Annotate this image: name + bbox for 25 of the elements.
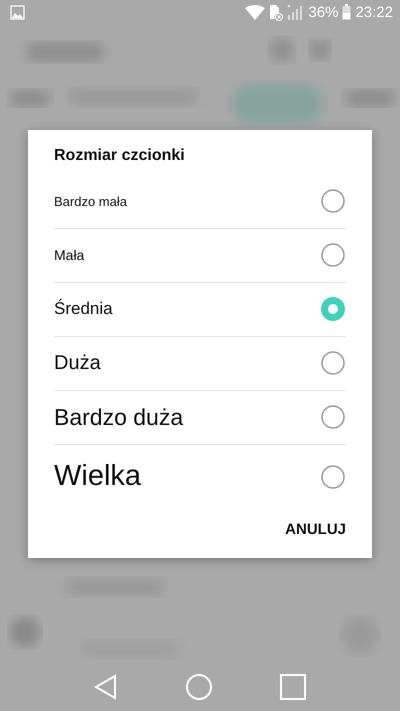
font-size-option[interactable]: Średnia <box>54 282 346 336</box>
font-size-option[interactable]: Duża <box>54 336 346 390</box>
home-icon[interactable] <box>186 674 212 700</box>
font-size-option[interactable]: Bardzo mała <box>54 174 346 228</box>
radio-button[interactable] <box>320 404 346 430</box>
radio-button[interactable] <box>320 188 346 214</box>
battery-percentage: 36% <box>308 4 338 20</box>
sim-card-icon <box>269 4 284 20</box>
radio-button[interactable] <box>320 464 346 490</box>
blurred-shape <box>10 617 40 647</box>
clock-time: 23:22 <box>355 4 393 20</box>
wifi-icon <box>245 4 266 20</box>
radio-button[interactable] <box>320 296 346 322</box>
radio-button[interactable] <box>320 350 346 376</box>
signal-icon <box>287 4 304 20</box>
back-icon[interactable] <box>94 674 118 700</box>
font-size-option[interactable]: Bardzo duża <box>54 390 346 444</box>
font-size-option[interactable]: Wielka <box>54 444 346 508</box>
font-size-option[interactable]: Mała <box>54 228 346 282</box>
dialog-title: Rozmiar czcionki <box>53 146 186 166</box>
image-icon <box>10 4 25 20</box>
recent-apps-icon[interactable] <box>280 674 306 700</box>
radio-button[interactable] <box>320 242 346 268</box>
battery-icon <box>342 4 352 20</box>
cancel-button[interactable]: ANULUJ <box>277 512 354 546</box>
